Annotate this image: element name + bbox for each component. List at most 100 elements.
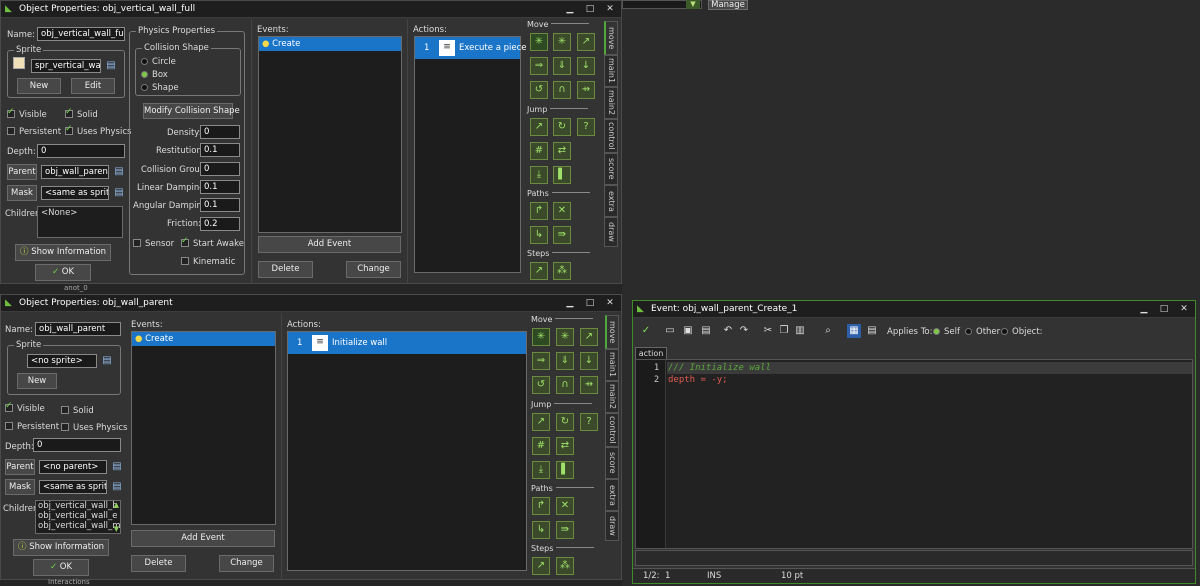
move-towards-icon[interactable]: ↗ — [580, 328, 598, 346]
code-editor[interactable]: 1 /// Initialize wall 2 depth = -y; — [635, 359, 1193, 549]
events-list[interactable]: ● Create — [258, 36, 402, 233]
object-radio[interactable]: Object: — [1001, 327, 1043, 337]
action-item[interactable]: 1 ≡ Initialize wall — [288, 332, 526, 354]
solid-checkbox[interactable]: Solid — [65, 107, 98, 120]
restitution-field[interactable]: 0.1 — [200, 143, 240, 157]
speed-horizontal-icon[interactable]: ⇒ — [530, 57, 548, 75]
maximize-icon[interactable]: □ — [585, 298, 595, 308]
mask-field[interactable]: <same as sprite> — [39, 480, 107, 494]
mask-button[interactable]: Mask — [7, 185, 37, 201]
sprite-field[interactable]: spr_vertical_wall_ — [31, 59, 101, 73]
kinematic-checkbox[interactable]: Kinematic — [181, 257, 235, 267]
wrap-screen-icon[interactable]: ⇄ — [556, 437, 574, 455]
speed-horizontal-icon[interactable]: ⇒ — [532, 352, 550, 370]
tab-main1[interactable]: main1 — [605, 349, 619, 381]
move-fixed-icon[interactable]: ✳ — [530, 33, 548, 51]
visible-checkbox[interactable]: Visible — [7, 107, 47, 120]
step-towards-icon[interactable]: ↗ — [530, 262, 548, 280]
tab-move[interactable]: move — [605, 315, 619, 349]
child-item[interactable]: obj_vertical_wall_m — [38, 521, 120, 531]
density-field[interactable]: 0 — [200, 125, 240, 139]
code-line[interactable]: depth = -y; — [668, 375, 728, 385]
reverse-horizontal-icon[interactable]: ↺ — [530, 81, 548, 99]
delete-event-button[interactable]: Delete — [131, 555, 186, 572]
path-position-icon[interactable]: ↳ — [530, 226, 548, 244]
show-information-button[interactable]: ⓘ Show Information — [15, 244, 111, 261]
move-contact-icon[interactable]: ⤓ — [530, 166, 548, 184]
print-icon[interactable]: ▤ — [699, 324, 713, 338]
ok-button[interactable]: ✓ OK — [35, 264, 91, 281]
child-item[interactable]: obj_vertical_wall_e — [38, 511, 118, 521]
mask-button[interactable]: Mask — [5, 479, 35, 495]
sensor-checkbox[interactable]: Sensor — [133, 239, 174, 249]
undo-icon[interactable]: ↶ — [721, 324, 735, 338]
tab-action[interactable]: action — [635, 347, 667, 359]
paste-icon[interactable]: ▥ — [793, 324, 807, 338]
search-icon[interactable]: ⌕ — [821, 324, 835, 338]
visible-checkbox[interactable]: Visible — [5, 401, 45, 414]
tab-extra[interactable]: extra — [604, 185, 618, 217]
gravity-icon[interactable]: ↓ — [577, 57, 595, 75]
sprite-edit-button[interactable]: Edit — [71, 78, 115, 94]
save-icon[interactable]: ▣ — [681, 324, 695, 338]
collision-group-field[interactable]: 0 — [200, 162, 240, 176]
reverse-vertical-icon[interactable]: ∩ — [556, 376, 574, 394]
other-radio[interactable]: Other — [965, 327, 1000, 337]
end-path-icon[interactable]: ✕ — [553, 202, 571, 220]
mask-browse-icon[interactable]: ▤ — [112, 186, 126, 200]
add-event-button[interactable]: Add Event — [131, 530, 275, 547]
event-item-create[interactable]: ● Create — [132, 332, 275, 346]
move-towards-icon[interactable]: ↗ — [577, 33, 595, 51]
tab-main2[interactable]: main2 — [604, 87, 618, 119]
maximize-icon[interactable]: □ — [1159, 304, 1169, 314]
gravity-icon[interactable]: ↓ — [580, 352, 598, 370]
align-grid-icon[interactable]: # — [532, 437, 550, 455]
path-speed-icon[interactable]: ⇛ — [553, 226, 571, 244]
children-list[interactable]: <None> — [37, 206, 123, 238]
tab-draw[interactable]: draw — [604, 217, 618, 247]
close-icon[interactable]: ✕ — [605, 4, 615, 14]
start-awake-checkbox[interactable]: Start Awake — [181, 236, 244, 249]
action-item[interactable]: 1 ≡ Execute a piece — [415, 37, 527, 59]
speed-vertical-icon[interactable]: ⇓ — [553, 57, 571, 75]
self-radio[interactable]: Self — [933, 327, 960, 337]
parent-browse-icon[interactable]: ▤ — [110, 460, 124, 474]
dropdown-arrow-icon[interactable]: ▼ — [686, 0, 700, 9]
bounce-icon[interactable]: ▌ — [556, 461, 574, 479]
tab-draw[interactable]: draw — [605, 511, 619, 541]
minimize-icon[interactable]: ▁ — [565, 4, 575, 14]
parent-button[interactable]: Parent — [5, 459, 35, 475]
circle-radio[interactable]: Circle — [141, 57, 176, 67]
move-free-icon[interactable]: ✳ — [556, 328, 574, 346]
sprite-browse-icon[interactable]: ▤ — [104, 59, 118, 73]
child-item[interactable]: obj_vertical_wall_b — [38, 501, 118, 511]
maximize-icon[interactable]: □ — [585, 4, 595, 14]
name-field[interactable]: obj_vertical_wall_full — [37, 27, 125, 41]
title-bar[interactable]: ◣ Object Properties: obj_wall_parent ▁ □ ✕ — [1, 295, 621, 312]
persistent-checkbox[interactable]: Persistent — [7, 127, 61, 137]
confirm-check-icon[interactable]: ✓ — [639, 324, 653, 338]
sprite-field[interactable]: <no sprite> — [27, 354, 97, 368]
depth-field[interactable]: 0 — [33, 438, 121, 452]
friction-icon[interactable]: ⇸ — [577, 81, 595, 99]
tab-score[interactable]: score — [604, 153, 618, 185]
reverse-horizontal-icon[interactable]: ↺ — [532, 376, 550, 394]
move-fixed-icon[interactable]: ✳ — [532, 328, 550, 346]
parent-field[interactable]: obj_wall_parent — [41, 165, 109, 179]
parent-field[interactable]: <no parent> — [39, 460, 107, 474]
mask-field[interactable]: <same as sprite> — [41, 186, 109, 200]
title-bar[interactable]: ◣ Object Properties: obj_vertical_wall_f… — [1, 1, 621, 18]
modify-collision-shape-button[interactable]: Modify Collision Shape — [143, 103, 240, 119]
tab-score[interactable]: score — [605, 447, 619, 479]
set-path-icon[interactable]: ↱ — [530, 202, 548, 220]
show-information-button[interactable]: ⓘ Show Information — [13, 539, 109, 556]
jump-start-icon[interactable]: ↻ — [553, 118, 571, 136]
sprite-new-button[interactable]: New — [17, 373, 57, 389]
reverse-vertical-icon[interactable]: ∩ — [553, 81, 571, 99]
jump-position-icon[interactable]: ↗ — [532, 413, 550, 431]
sprite-browse-icon[interactable]: ▤ — [100, 354, 114, 368]
tab-move[interactable]: move — [604, 21, 618, 55]
mask-browse-icon[interactable]: ▤ — [110, 480, 124, 494]
minimize-icon[interactable]: ▁ — [565, 298, 575, 308]
code-line-comment[interactable]: /// Initialize wall — [668, 363, 771, 373]
